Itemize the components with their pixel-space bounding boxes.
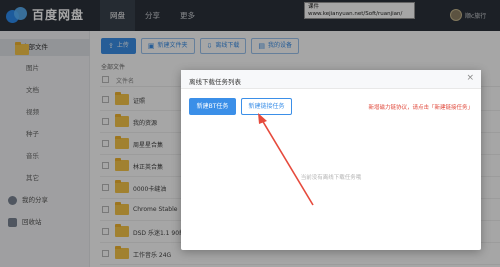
new-link-task-button[interactable]: 新建链接任务 <box>241 98 292 115</box>
close-icon[interactable]: × <box>466 73 474 83</box>
dialog-title: 离线下载任务列表 <box>189 78 241 86</box>
offline-download-dialog: 离线下载任务列表 × 新建BT任务 新建链接任务 新增磁力链协议，请点击「新建链… <box>181 70 481 250</box>
magnet-notice: 新增磁力链协议，请点击「新建链接任务」 <box>368 105 473 111</box>
empty-task-message: 当前没有离线下载任务哦 <box>300 175 362 181</box>
dialog-header: 离线下载任务列表 × <box>181 70 481 89</box>
new-bt-task-button[interactable]: 新建BT任务 <box>189 98 236 115</box>
